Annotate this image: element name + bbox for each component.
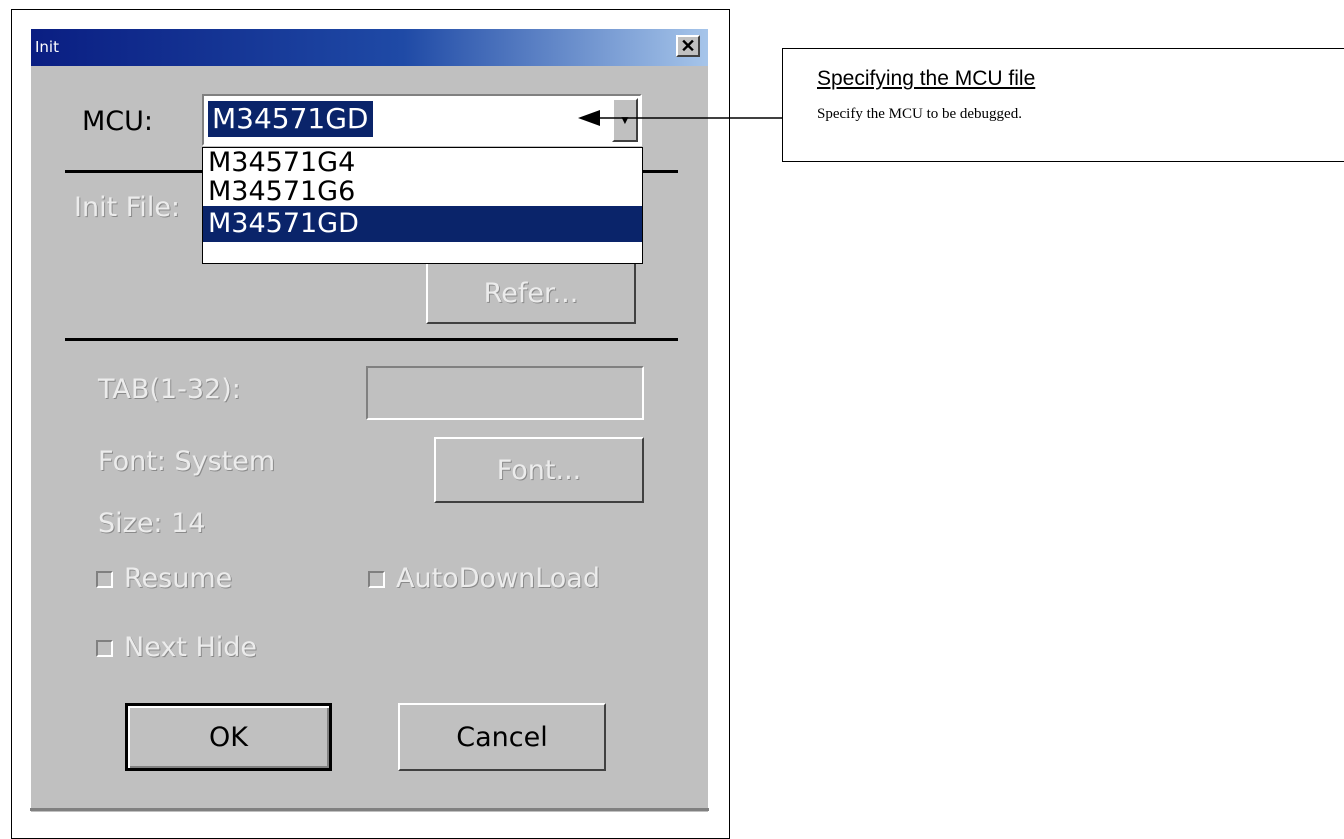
size-label: Size: 14 xyxy=(98,508,206,539)
mcu-option[interactable]: M34571G4 xyxy=(203,148,642,177)
refer-button-label: Refer... xyxy=(483,277,579,309)
mcu-option[interactable]: M34571G6 xyxy=(203,177,642,206)
mcu-dropdown-list[interactable]: M34571G4 M34571G6 M34571GD xyxy=(202,147,643,264)
refer-button[interactable]: Refer... xyxy=(426,262,636,324)
callout-box: Specifying the MCU file Specify the MCU … xyxy=(782,48,1344,162)
font-button[interactable]: Font... xyxy=(434,437,644,503)
font-button-label: Font... xyxy=(496,454,582,486)
tab-label: TAB(1-32): xyxy=(98,374,241,405)
cancel-button[interactable]: Cancel xyxy=(398,703,606,771)
tab-input[interactable] xyxy=(366,366,644,420)
dialog-title: Init xyxy=(35,38,59,56)
ok-button[interactable]: OK xyxy=(125,703,332,771)
resume-label: Resume xyxy=(124,563,233,594)
nexthide-label: Next Hide xyxy=(124,632,258,663)
dialog-titlebar[interactable]: Init ✕ xyxy=(31,29,708,66)
autodownload-checkbox[interactable] xyxy=(368,571,385,588)
callout-body: Specify the MCU to be debugged. xyxy=(817,106,1022,122)
mcu-dropdown-button[interactable]: ▼ xyxy=(612,98,638,142)
dialog-shadow xyxy=(30,808,709,811)
separator-top-left xyxy=(65,170,202,173)
autodownload-label: AutoDownLoad xyxy=(396,563,600,594)
separator-middle xyxy=(65,338,678,341)
mcu-selected-value: M34571GD xyxy=(208,101,373,137)
mcu-combobox[interactable]: M34571GD ▼ xyxy=(202,94,642,146)
nexthide-checkbox[interactable] xyxy=(96,640,113,657)
font-info-label: Font: System xyxy=(98,446,276,477)
close-button[interactable]: ✕ xyxy=(676,35,700,57)
init-file-label: Init File: xyxy=(74,192,181,223)
cancel-button-label: Cancel xyxy=(456,721,548,753)
separator-top-right xyxy=(643,170,678,173)
close-icon: ✕ xyxy=(680,36,696,56)
mcu-option-selected[interactable]: M34571GD xyxy=(203,206,642,242)
ok-button-label: OK xyxy=(209,721,248,753)
chevron-down-icon: ▼ xyxy=(619,113,631,127)
callout-title: Specifying the MCU file xyxy=(817,67,1036,90)
resume-checkbox[interactable] xyxy=(96,571,113,588)
mcu-label: MCU: xyxy=(82,106,154,137)
